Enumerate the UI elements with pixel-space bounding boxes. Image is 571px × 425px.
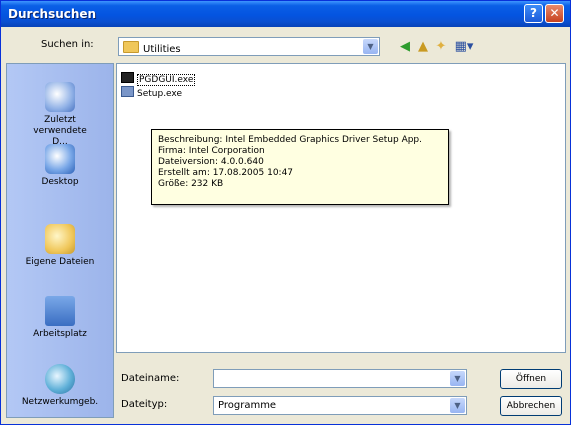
my-documents-icon xyxy=(45,224,75,254)
back-arrow-icon[interactable]: ◀ xyxy=(397,39,413,55)
file-name: Setup.exe xyxy=(137,89,183,99)
up-folder-icon[interactable]: ▲ xyxy=(415,39,431,55)
help-button[interactable]: ? xyxy=(524,4,543,23)
filetype-combo[interactable]: Programme ▼ xyxy=(213,396,467,415)
file-name: PGDGUI.exe xyxy=(137,74,196,86)
place-desktop[interactable]: Desktop xyxy=(7,144,113,188)
place-my-documents[interactable]: Eigene Dateien xyxy=(7,224,113,268)
place-my-documents-label: Eigene Dateien xyxy=(25,257,95,267)
setup-icon xyxy=(121,86,134,97)
places-bar: Zuletzt verwendete D... Desktop Eigene D… xyxy=(6,63,114,418)
look-in-combo[interactable]: Utilities ▼ xyxy=(118,37,380,56)
browse-dialog: Durchsuchen ? ✕ Suchen in: Utilities ▼ ◀… xyxy=(0,0,571,425)
file-list[interactable]: PGDGUI.exe Setup.exe xyxy=(116,63,566,353)
title-bar[interactable]: Durchsuchen ? ✕ xyxy=(1,1,570,27)
tooltip-version: Dateiversion: 4.0.0.640 xyxy=(158,157,264,167)
chevron-down-icon[interactable]: ▼ xyxy=(450,371,465,386)
place-my-computer[interactable]: Arbeitsplatz xyxy=(7,296,113,340)
filename-combo[interactable]: ▼ xyxy=(213,369,467,388)
filename-label: Dateiname: xyxy=(121,373,180,384)
place-network[interactable]: Netzwerkumgeb. xyxy=(7,364,113,408)
new-folder-icon[interactable]: ✦ xyxy=(433,39,449,55)
place-desktop-label: Desktop xyxy=(41,177,79,187)
recent-documents-icon xyxy=(45,82,75,112)
place-network-label: Netzwerkumgeb. xyxy=(21,397,99,407)
place-my-computer-label: Arbeitsplatz xyxy=(33,329,87,339)
window-title: Durchsuchen xyxy=(8,7,97,21)
close-button[interactable]: ✕ xyxy=(545,4,564,23)
file-info-tooltip: Beschreibung: Intel Embedded Graphics Dr… xyxy=(151,129,449,205)
folder-icon xyxy=(123,41,139,53)
look-in-value: Utilities xyxy=(143,44,181,55)
desktop-icon xyxy=(45,144,75,174)
place-recent[interactable]: Zuletzt verwendete D... xyxy=(7,82,113,148)
cancel-button[interactable]: Abbrechen xyxy=(500,396,562,416)
look-in-label: Suchen in: xyxy=(41,39,94,50)
tooltip-size: Größe: 232 KB xyxy=(158,179,224,189)
file-item[interactable]: Setup.exe xyxy=(121,86,182,99)
file-item[interactable]: PGDGUI.exe xyxy=(121,72,196,86)
tooltip-company: Firma: Intel Corporation xyxy=(158,146,265,156)
filetype-label: Dateityp: xyxy=(121,399,168,410)
exe-icon xyxy=(121,72,134,83)
filetype-value: Programme xyxy=(218,400,277,411)
chevron-down-icon[interactable]: ▼ xyxy=(363,39,378,54)
view-menu-icon[interactable]: ▦▾ xyxy=(452,39,476,55)
tooltip-created: Erstellt am: 17.08.2005 10:47 xyxy=(158,168,294,178)
my-computer-icon xyxy=(45,296,75,326)
open-button[interactable]: Öffnen xyxy=(500,369,562,389)
chevron-down-icon[interactable]: ▼ xyxy=(450,398,465,413)
network-places-icon xyxy=(45,364,75,394)
tooltip-description: Beschreibung: Intel Embedded Graphics Dr… xyxy=(158,135,423,145)
